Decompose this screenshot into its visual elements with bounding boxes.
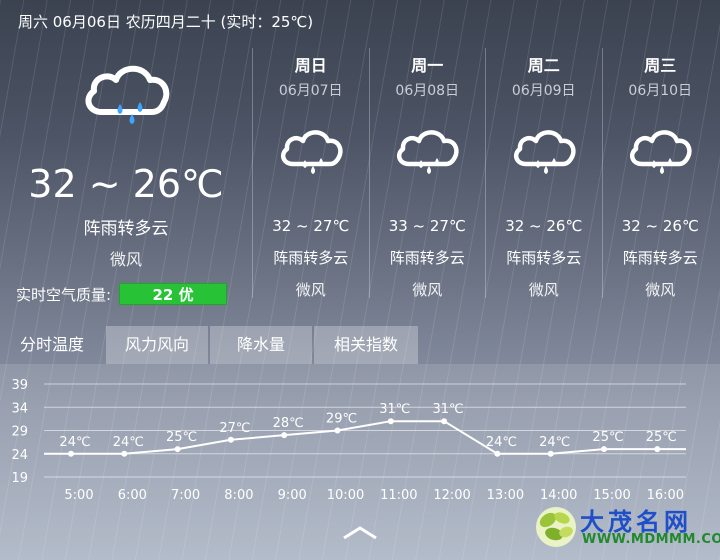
data-label: 25℃ — [646, 430, 677, 445]
tab-precipitation[interactable]: 降水量 — [210, 326, 312, 364]
forecast-temp: 32 ~ 26℃ — [621, 217, 699, 235]
forecast-date: 06月09日 — [511, 83, 576, 99]
data-label: 28℃ — [273, 416, 304, 431]
x-tick-label: 11:00 — [380, 488, 417, 503]
data-label: 29℃ — [326, 412, 357, 427]
forecast-date: 06月08日 — [395, 83, 460, 99]
aqi-label: 实时空气质量: — [16, 285, 112, 304]
today-temp-range: 32 ~ 26℃ — [28, 162, 224, 206]
today-wind: 微风 — [109, 250, 142, 269]
logo-mark-icon — [536, 507, 576, 547]
data-point — [174, 446, 181, 453]
forecast-temp: 33 ~ 27℃ — [388, 217, 466, 235]
data-point — [68, 450, 74, 457]
y-tick-label: 19 — [11, 471, 28, 486]
data-label: 24℃ — [113, 435, 144, 450]
forecast-list: 周日 06月07日 32 ~ 27℃ 阵雨转多云 微风 周一 06月08日 33… — [252, 48, 719, 299]
forecast-day: 周三 06月10日 32 ~ 26℃ 阵雨转多云 微风 — [601, 48, 719, 299]
tab-hourly-temp[interactable]: 分时温度 — [0, 326, 104, 364]
x-tick-label: 5:00 — [64, 488, 93, 503]
y-tick-label: 24 — [11, 448, 28, 463]
today-weather-desc: 阵雨转多云 — [83, 219, 169, 239]
aqi-value: 22 优 — [119, 283, 228, 305]
forecast-desc: 阵雨转多云 — [622, 249, 698, 267]
data-point — [547, 450, 554, 457]
data-label: 27℃ — [219, 421, 250, 436]
x-tick-label: 15:00 — [593, 488, 630, 503]
data-point — [281, 432, 288, 439]
today-panel: 32 ~ 26℃ 阵雨转多云 微风 — [0, 48, 252, 308]
x-tick-label: 9:00 — [278, 488, 307, 503]
y-tick-label: 34 — [11, 401, 28, 416]
data-point — [227, 436, 234, 443]
weather-widget: 周六 06月06日 农历四月二十 (实时：25℃) 32 ~ 26℃ 阵雨转多云… — [0, 0, 720, 560]
data-label: 24℃ — [486, 435, 517, 450]
data-point — [121, 450, 128, 457]
x-tick-label: 8:00 — [224, 488, 253, 503]
cloud-rain-icon — [630, 130, 692, 174]
x-tick-label: 6:00 — [118, 488, 147, 503]
tab-wind[interactable]: 风力风向 — [106, 326, 208, 364]
forecast-weekday: 周日 — [294, 56, 327, 75]
data-point — [601, 446, 607, 453]
forecast-wind: 微风 — [412, 281, 443, 299]
data-point — [334, 427, 341, 434]
x-tick-label: 13:00 — [487, 488, 524, 503]
date-header: 周六 06月06日 农历四月二十 (实时：25℃) — [18, 13, 314, 31]
forecast-weekday: 周三 — [644, 56, 677, 75]
forecast-wind: 微风 — [528, 281, 559, 299]
x-tick-label: 16:00 — [647, 488, 684, 503]
forecast-weekday: 周二 — [527, 56, 560, 75]
data-label: 24℃ — [59, 435, 90, 450]
forecast-desc: 阵雨转多云 — [506, 249, 582, 267]
y-tick-label: 29 — [11, 425, 28, 440]
y-tick-label: 39 — [11, 378, 28, 393]
forecast-desc: 阵雨转多云 — [273, 249, 349, 267]
forecast-date: 06月07日 — [278, 83, 343, 99]
forecast-temp: 32 ~ 27℃ — [272, 217, 350, 235]
forecast-wind: 微风 — [645, 281, 676, 299]
data-point — [387, 418, 394, 425]
data-label: 25℃ — [592, 430, 623, 445]
air-quality: 实时空气质量: 22 优 — [16, 283, 228, 305]
forecast-weekday: 周一 — [411, 56, 444, 75]
hourly-temp-chart: 39 34 29 24 19 24℃ 5:00 24℃ 6:00 25℃ 7:00 27℃ 8:00 28… — [11, 378, 686, 503]
forecast-temp: 32 ~ 26℃ — [505, 217, 583, 235]
data-point — [494, 450, 501, 457]
data-label: 25℃ — [166, 430, 197, 445]
cloud-rain-icon — [85, 65, 170, 124]
data-label: 31℃ — [379, 402, 410, 417]
forecast-desc: 阵雨转多云 — [389, 249, 465, 267]
x-tick-label: 10:00 — [327, 488, 364, 503]
x-tick-label: 7:00 — [171, 488, 200, 503]
tab-indices[interactable]: 相关指数 — [314, 326, 418, 364]
forecast-wind: 微风 — [295, 281, 326, 299]
forecast-day: 周二 06月09日 32 ~ 26℃ 阵雨转多云 微风 — [485, 48, 602, 299]
chevron-up-icon[interactable] — [340, 522, 380, 542]
watermark-logo: 大茂名网 WWW.MDMMM.COM — [532, 502, 720, 554]
cloud-rain-icon — [513, 130, 576, 174]
forecast-day: 周一 06月08日 33 ~ 27℃ 阵雨转多云 微风 — [368, 48, 486, 299]
x-tick-label: 12:00 — [433, 488, 470, 503]
chart-tabs: 分时温度 风力风向 降水量 相关指数 — [0, 326, 420, 364]
watermark-url: WWW.MDMMM.COM — [582, 532, 720, 547]
forecast-day: 周日 06月07日 32 ~ 27℃ 阵雨转多云 微风 — [252, 48, 369, 299]
cloud-rain-icon — [280, 130, 343, 174]
data-label: 24℃ — [539, 435, 570, 450]
data-label: 31℃ — [433, 402, 464, 417]
forecast-date: 06月10日 — [628, 83, 693, 99]
cloud-rain-icon — [397, 130, 459, 174]
x-tick-label: 14:00 — [540, 488, 577, 503]
data-point — [654, 446, 661, 453]
data-point — [441, 418, 448, 425]
